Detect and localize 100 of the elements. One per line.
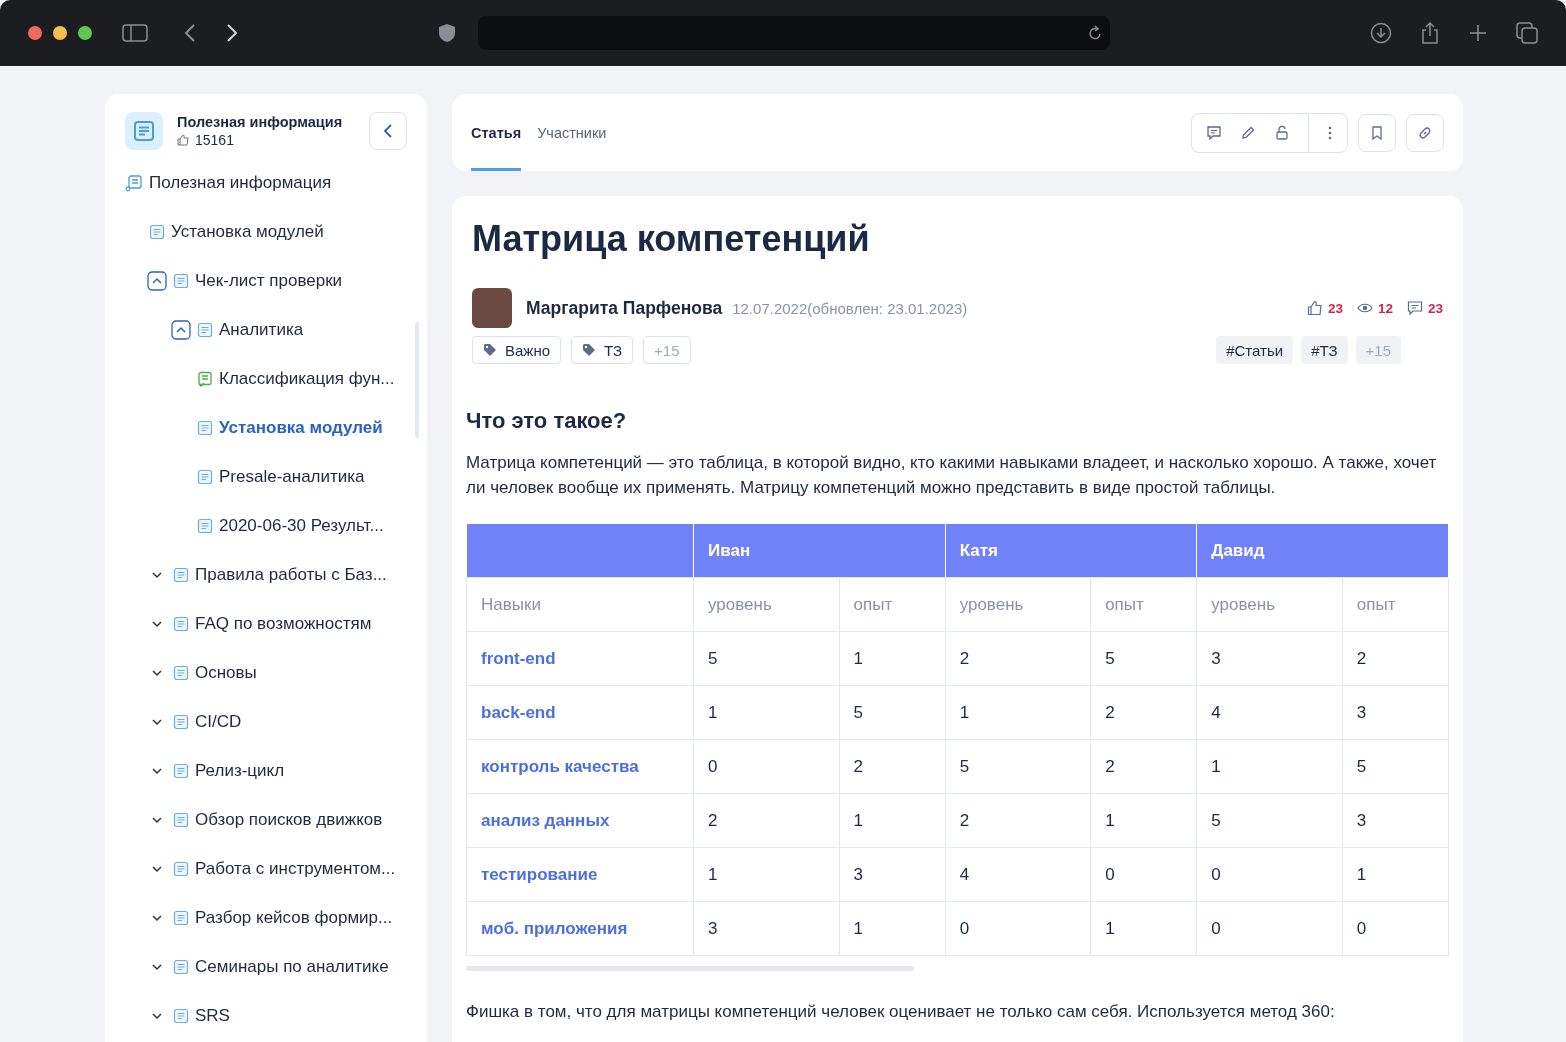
copy-link-button[interactable] [1406,113,1444,152]
close-window-icon[interactable] [28,26,42,40]
stat-count: 23 [1327,300,1343,316]
tag[interactable]: Важно [472,336,561,364]
tree-item[interactable]: Основы [195,662,257,683]
bookmark-icon [1370,124,1384,141]
tab[interactable]: Статья [471,94,522,171]
horizontal-scrollbar[interactable] [466,966,914,971]
table-cell: уровень [693,577,839,632]
chevron-left-icon [383,124,393,138]
table-cell: Навыки [466,577,694,632]
publish-date: 12.07.2022(обновлен: 23.01.2023) [732,299,968,317]
address-field[interactable] [478,16,1110,50]
tree-item[interactable]: SRS [195,1005,230,1026]
bookmark-button[interactable] [1358,113,1396,152]
document-icon [173,1007,189,1024]
tag-icon [582,343,596,357]
document-icon [197,468,213,485]
document-icon [197,321,213,338]
minimize-window-icon[interactable] [53,26,67,40]
tree-item[interactable]: Релиз-цикл [195,760,285,781]
tag[interactable]: ТЗ [571,336,634,364]
stat-count: 12 [1377,300,1393,316]
tree-item[interactable]: Работа с инструментом... [195,858,396,879]
skill-link[interactable]: анализ данных [466,793,694,848]
tree-item[interactable]: Аналитика [219,319,304,340]
skill-link[interactable]: моб. приложения [466,901,694,956]
table-cell: 1 [839,901,946,956]
table-cell: уровень [945,577,1091,632]
collapse-sidebar-button[interactable] [369,112,407,150]
unlock-icon[interactable] [1274,124,1290,141]
table-cell: 2 [1090,739,1197,794]
paragraph: Матрица компетенций — это таблица, в которой видно, кто какими навыками владеет, и насколько хорошо. А также, хочет ли человек вообще их применять. Матрицу компетенций можно представить в виде простой таблицы. [466,452,1438,499]
reload-icon[interactable] [1088,25,1102,41]
table-cell: 5 [839,685,946,740]
table-cell: 0 [1196,847,1343,902]
table-cell: 1 [1196,739,1343,794]
document-icon [173,615,189,632]
tree-item[interactable]: Presale-аналитика [219,466,365,487]
comment-icon[interactable] [1206,124,1222,141]
tree-item[interactable]: FAQ по возможностям [195,613,372,634]
likes-count: 15161 [195,132,234,148]
table-cell: опыт [839,577,946,632]
table-cell: 3 [1342,793,1449,848]
table-cell: опыт [1090,577,1197,632]
hashtag[interactable]: #ТЗ [1301,336,1348,364]
table-cell: 5 [693,631,839,686]
tree-item[interactable]: 2020-06-30 Результ... [219,515,384,536]
tree-item[interactable]: Чек-лист проверки [195,270,343,291]
skill-link[interactable]: контроль качества [466,739,694,794]
table-cell: 1 [1342,847,1449,902]
back-icon[interactable] [184,23,196,43]
skill-link[interactable]: тестирование [466,847,694,902]
more-icon[interactable] [1327,124,1333,141]
tree-item[interactable]: Классификация фун... [219,368,395,389]
collapse-toggle-icon[interactable] [147,270,167,291]
tree-item[interactable]: CI/CD [195,711,242,732]
skill-link[interactable]: back-end [466,685,694,740]
author-name[interactable]: Маргарита Парфенова [526,297,723,319]
sidebar-toggle-icon[interactable] [122,23,148,43]
document-icon [173,958,189,975]
table-cell: 2 [945,793,1091,848]
download-icon[interactable] [1370,22,1392,44]
tab[interactable]: Участники [537,94,607,171]
tree-item[interactable]: Установка модулей [219,417,383,438]
shield-icon[interactable] [438,23,456,43]
share-icon[interactable] [1420,21,1440,45]
zoom-window-icon[interactable] [78,26,92,40]
table-cell: 4 [945,847,1091,902]
tree-item[interactable]: Полезная информация [149,172,332,193]
pencil-icon[interactable] [1240,124,1256,141]
tree-item[interactable]: Обзор поисков движков [195,809,383,830]
forward-icon[interactable] [226,23,238,43]
collapse-toggle-icon[interactable] [171,319,191,340]
document-icon [173,860,189,877]
table-cell: 0 [945,901,1091,956]
document-icon [125,112,163,150]
tabs-overview-icon[interactable] [1516,22,1538,44]
tree-item[interactable]: Правила работы с Баз... [195,564,387,585]
table-cell: 0 [1196,901,1343,956]
table-cell: 1 [945,685,1091,740]
table-cell: 3 [1196,631,1343,686]
section-heading: Что это такое? [466,408,628,434]
plus-icon[interactable] [1468,23,1488,43]
hashtag[interactable]: #Статьи [1216,336,1294,364]
tree-item[interactable]: Установка модулей [171,221,324,242]
table-cell: 2 [1342,631,1449,686]
space-title: Полезная информация [177,114,344,130]
tree-item[interactable]: Разбор кейсов формир... [195,907,393,928]
tree-item[interactable]: Семинары по аналитике [195,956,389,977]
skill-link[interactable]: front-end [466,631,694,686]
document-icon [173,762,189,779]
table-cell: 5 [945,739,1091,794]
table-cell: 5 [1342,739,1449,794]
table-cell: 0 [1090,847,1197,902]
document-icon [197,419,213,436]
document-icon [173,566,189,583]
document-icon [173,713,189,730]
document-icon [197,517,213,534]
table-cell: 2 [945,631,1091,686]
